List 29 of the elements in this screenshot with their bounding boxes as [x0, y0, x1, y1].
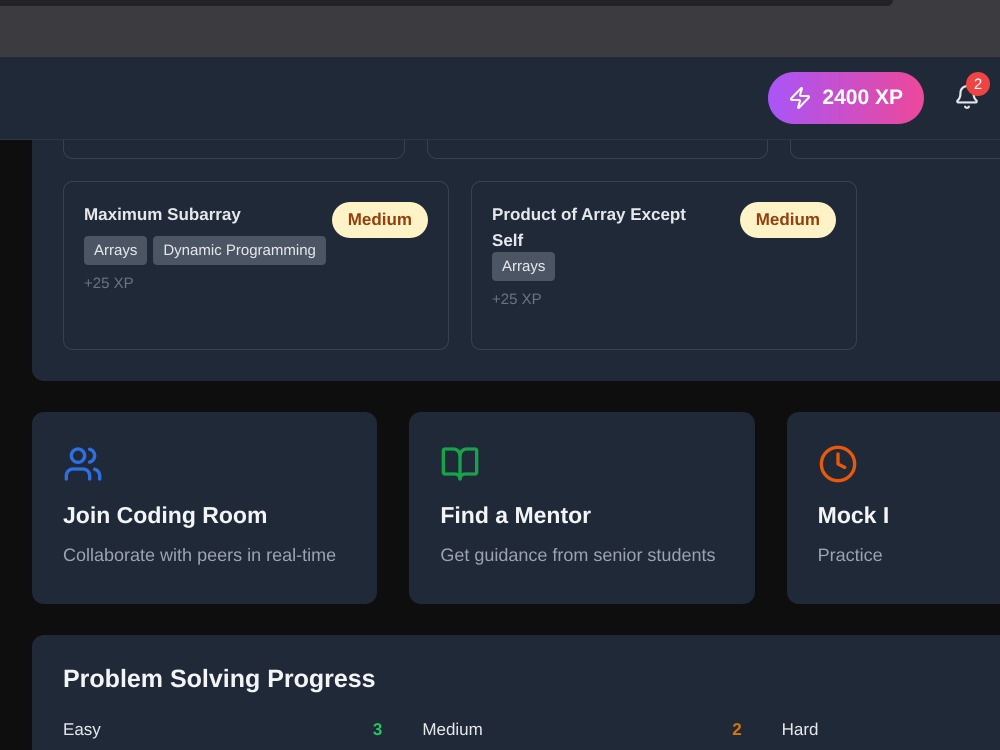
problem-card[interactable]: Product of Array Except Self Medium Arrays +25 XP	[471, 181, 857, 350]
difficulty-name: Easy	[63, 720, 101, 740]
difficulty-name: Medium	[422, 720, 483, 740]
action-description: Practice	[818, 545, 884, 566]
lightning-icon	[788, 86, 812, 110]
problem-title: Product of Array Except Self	[492, 204, 687, 252]
action-card[interactable]: Find a Mentor Get guidance from senior students	[409, 412, 755, 604]
difficulty-name: Hard	[782, 720, 819, 740]
difficulty-label: Medium	[332, 202, 428, 238]
action-title: Join Coding Room	[63, 502, 268, 529]
problem-title: Maximum Subarray	[84, 204, 241, 226]
action-title: Find a Mentor	[440, 502, 592, 529]
solved-count: 3	[372, 720, 382, 740]
action-description: Get guidance from senior students	[440, 545, 716, 566]
xp-reward: +25 XP	[84, 275, 135, 292]
xp-reward: +25 XP	[492, 291, 543, 308]
action-title: Mock I	[818, 502, 890, 529]
action-description: Collaborate with peers in real-time	[63, 545, 338, 566]
topic-tag: Arrays	[492, 252, 556, 281]
topic-tag: Dynamic Programming	[153, 236, 326, 265]
notification-count: 2	[966, 72, 990, 96]
action-card[interactable]: Mock I Practice	[786, 412, 1000, 604]
xp-button[interactable]: 2400 XP	[768, 72, 924, 124]
solved-count: 2	[732, 720, 742, 740]
action-card[interactable]: Join Coding Room Collaborate with peers in real-time	[32, 412, 378, 604]
difficulty-label: Medium	[740, 202, 836, 238]
problem-card[interactable]: Maximum Subarray Medium Arrays Dynamic Programming +25 XP	[63, 181, 449, 350]
topic-tag: Arrays	[84, 236, 148, 265]
progress-title: Problem Solving Progress	[63, 665, 377, 694]
